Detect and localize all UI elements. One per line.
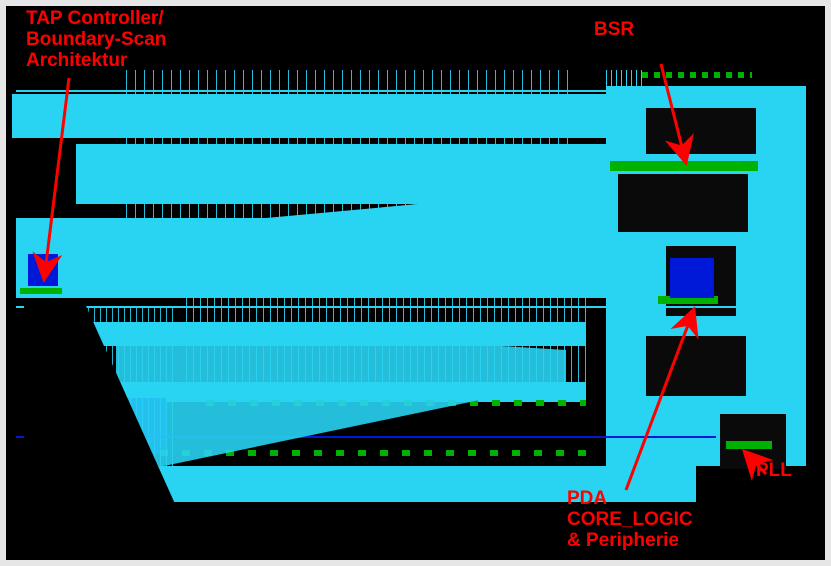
label-pda: PDA CORE_LOGIC & Peripherie [567, 489, 693, 552]
arrow-bsr [661, 64, 686, 163]
arrow-layer [6, 6, 825, 560]
label-bsr: BSR [594, 20, 634, 41]
arrow-pda [626, 309, 694, 490]
label-tap: TAP Controller/ Boundary-Scan Architektu… [26, 9, 166, 72]
label-pll: PLL [756, 461, 792, 482]
arrow-tap [44, 78, 69, 280]
floorplan-stage: TAP Controller/ Boundary-Scan Architektu… [6, 6, 825, 560]
